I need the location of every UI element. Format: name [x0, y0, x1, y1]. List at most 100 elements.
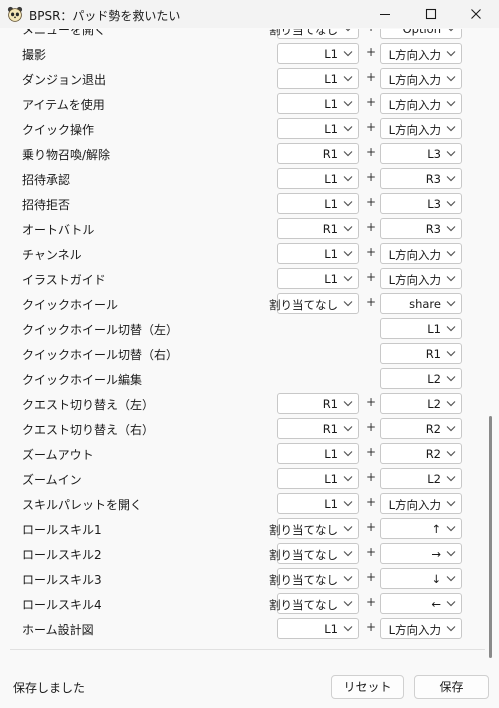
modifier-select[interactable]: R1 — [277, 143, 359, 164]
modifier-select[interactable]: L1 — [277, 118, 359, 139]
plus-separator: + — [366, 395, 377, 409]
plus-separator: + — [366, 495, 377, 509]
button-value: share — [409, 297, 441, 311]
button-select[interactable]: R1 — [380, 343, 462, 364]
button-select[interactable]: L2 — [380, 368, 462, 389]
mapping-row: イラストガイド L1 + L方向入力 — [10, 266, 485, 291]
action-label: クイックホイール切替（左） — [22, 323, 179, 337]
modifier-select[interactable]: 割り当てなし — [269, 593, 359, 614]
modifier-value: L1 — [324, 622, 338, 636]
modifier-value: L1 — [324, 272, 338, 286]
button-select[interactable]: L2 — [380, 393, 462, 414]
mapping-row: ズームアウト L1 + R2 — [10, 441, 485, 466]
modifier-value: 割り当てなし — [269, 298, 338, 312]
button-select[interactable]: L方向入力 — [380, 93, 462, 114]
mapping-row: 招待拒否 L1 + L3 — [10, 191, 485, 216]
plus-separator: + — [366, 595, 377, 609]
modifier-select[interactable]: 割り当てなし — [269, 543, 359, 564]
chevron-down-icon — [343, 226, 353, 232]
action-label: ロールスキル4 — [22, 598, 102, 612]
button-select[interactable]: R3 — [380, 168, 462, 189]
chevron-down-icon — [343, 201, 353, 207]
mapping-row: ホーム設計図 L1 + L方向入力 — [10, 616, 485, 641]
button-value: L2 — [427, 472, 441, 486]
button-select[interactable]: L方向入力 — [380, 43, 462, 64]
modifier-select[interactable]: L1 — [277, 493, 359, 514]
modifier-value: 割り当てなし — [269, 573, 338, 587]
plus-separator: + — [366, 195, 377, 209]
button-select[interactable]: ↑ — [380, 518, 462, 539]
button-select[interactable]: L方向入力 — [380, 118, 462, 139]
vertical-scrollbar[interactable] — [489, 416, 492, 658]
button-select[interactable]: L1 — [380, 318, 462, 339]
button-select[interactable]: L3 — [380, 143, 462, 164]
minimize-button[interactable] — [362, 0, 408, 28]
modifier-select[interactable]: L1 — [277, 268, 359, 289]
modifier-select[interactable]: 割り当てなし — [269, 293, 359, 314]
plus-separator: + — [366, 620, 377, 634]
chevron-down-icon — [343, 301, 353, 307]
button-select[interactable]: R2 — [380, 443, 462, 464]
modifier-select[interactable]: R1 — [277, 218, 359, 239]
chevron-down-icon — [448, 29, 454, 32]
chevron-down-icon — [446, 276, 456, 282]
action-label: 撮影 — [22, 48, 47, 62]
chevron-down-icon — [343, 151, 353, 157]
button-select[interactable]: L方向入力 — [380, 243, 462, 264]
plus-separator: + — [366, 520, 377, 534]
button-select[interactable]: ↓ — [380, 568, 462, 589]
button-select[interactable]: L2 — [380, 468, 462, 489]
modifier-select[interactable]: L1 — [277, 468, 359, 489]
modifier-select[interactable]: 割り当てなし — [269, 518, 359, 539]
modifier-value: L1 — [324, 97, 338, 111]
modifier-value: L1 — [324, 172, 338, 186]
modifier-select[interactable]: L1 — [277, 243, 359, 264]
reset-button[interactable]: リセット — [331, 675, 404, 699]
button-value: ↑ — [431, 522, 441, 536]
chevron-down-icon — [446, 426, 456, 432]
maximize-button[interactable] — [408, 0, 454, 28]
modifier-select[interactable]: L1 — [277, 168, 359, 189]
key-mapping-list[interactable]: メニューを開く割り当てなし+Option撮影L1+L方向入力ダンジョン退出L1+… — [10, 29, 485, 650]
button-select[interactable]: R2 — [380, 418, 462, 439]
modifier-select[interactable]: R1 — [277, 418, 359, 439]
modifier-select[interactable]: L1 — [277, 93, 359, 114]
button-select[interactable]: L3 — [380, 193, 462, 214]
modifier-select[interactable]: 割り当てなし — [269, 29, 359, 39]
button-select[interactable]: ← — [380, 593, 462, 614]
plus-separator: + — [366, 295, 377, 309]
modifier-select[interactable]: L1 — [277, 193, 359, 214]
plus-separator: + — [366, 120, 377, 134]
chevron-down-icon — [446, 626, 456, 632]
button-select[interactable]: L方向入力 — [380, 68, 462, 89]
chevron-down-icon — [343, 576, 353, 582]
button-value: L方向入力 — [388, 273, 441, 287]
chevron-down-icon — [343, 401, 353, 407]
button-select[interactable]: R3 — [380, 218, 462, 239]
button-select[interactable]: → — [380, 543, 462, 564]
panda-face-icon — [7, 6, 23, 22]
close-button[interactable] — [453, 0, 499, 28]
chevron-down-icon — [446, 176, 456, 182]
mapping-row: ロールスキル3 割り当てなし + ↓ — [10, 566, 485, 591]
modifier-value: L1 — [324, 122, 338, 136]
modifier-select[interactable]: 割り当てなし — [269, 568, 359, 589]
chevron-down-icon — [343, 551, 353, 557]
save-button[interactable]: 保存 — [414, 675, 489, 699]
modifier-select[interactable]: L1 — [277, 43, 359, 64]
button-select[interactable]: share — [380, 293, 462, 314]
button-select[interactable]: L方向入力 — [380, 268, 462, 289]
button-select[interactable]: L方向入力 — [380, 493, 462, 514]
action-label: アイテムを使用 — [22, 98, 105, 112]
modifier-value: R1 — [322, 397, 338, 411]
modifier-select[interactable]: R1 — [277, 393, 359, 414]
modifier-value: L1 — [324, 447, 338, 461]
button-value: L2 — [427, 397, 441, 411]
modifier-select[interactable]: L1 — [277, 68, 359, 89]
modifier-select[interactable]: L1 — [277, 443, 359, 464]
button-select[interactable]: Option — [380, 29, 462, 39]
modifier-select[interactable]: L1 — [277, 618, 359, 639]
modifier-value: L1 — [324, 72, 338, 86]
button-select[interactable]: L方向入力 — [380, 618, 462, 639]
chevron-down-icon — [446, 101, 456, 107]
